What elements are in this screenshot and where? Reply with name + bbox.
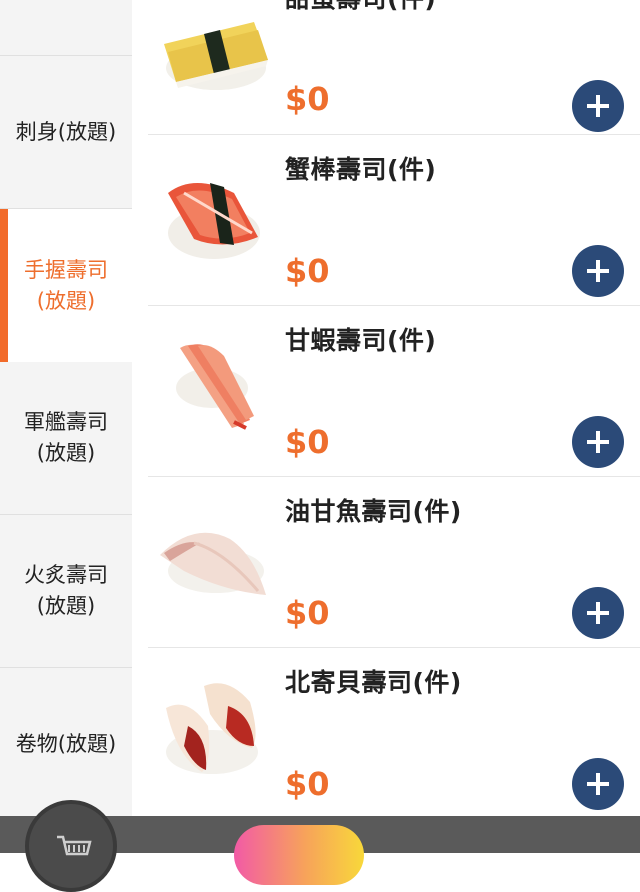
add-to-cart-button[interactable] (572, 416, 624, 468)
checkout-button[interactable] (234, 825, 364, 885)
product-row[interactable]: 北寄貝壽司(件) $0 (148, 648, 640, 819)
sidebar-item-sashimi[interactable]: 刺身(放題) (0, 56, 132, 209)
product-list: 甜蛋壽司(件) $0 蟹棒壽司(件) $0 甘蝦壽司(件) $0 (148, 0, 640, 853)
product-price: $0 (285, 423, 330, 461)
plus-icon (587, 431, 609, 453)
product-price: $0 (285, 80, 330, 118)
product-price: $0 (285, 252, 330, 290)
product-name: 油甘魚壽司(件) (285, 497, 462, 526)
yellowtail-sushi-image (160, 532, 266, 595)
product-row[interactable]: 蟹棒壽司(件) $0 (148, 135, 640, 306)
add-to-cart-button[interactable] (572, 758, 624, 810)
sidebar-item-nigiri[interactable]: 手握壽司 (放題) (0, 209, 132, 362)
product-row[interactable]: 甘蝦壽司(件) $0 (148, 306, 640, 477)
product-row[interactable]: 甜蛋壽司(件) $0 (148, 0, 640, 135)
plus-icon (587, 602, 609, 624)
plus-icon (587, 95, 609, 117)
product-name: 北寄貝壽司(件) (285, 668, 462, 697)
sweet-shrimp-sushi-image (176, 344, 254, 430)
cart-button[interactable] (25, 800, 117, 892)
add-to-cart-button[interactable] (572, 80, 624, 132)
add-to-cart-button[interactable] (572, 587, 624, 639)
product-name: 甘蝦壽司(件) (285, 326, 437, 355)
plus-icon (587, 773, 609, 795)
product-price: $0 (285, 594, 330, 632)
sidebar-item-maki[interactable]: 卷物(放題) (0, 668, 132, 821)
surf-clam-sushi-image (166, 683, 258, 774)
tamago-sushi-image (164, 22, 268, 90)
crab-stick-sushi-image (168, 183, 260, 259)
sidebar-item-gunkan[interactable]: 軍艦壽司 (放題) (0, 362, 132, 515)
category-sidebar: 刺身(放題) 手握壽司 (放題) 軍艦壽司 (放題) 火炙壽司 (放題) 卷物(… (0, 0, 132, 853)
product-name: 甜蛋壽司(件) (285, 0, 436, 15)
product-row[interactable]: 油甘魚壽司(件) $0 (148, 477, 640, 648)
cart-icon (57, 835, 92, 856)
plus-icon (587, 260, 609, 282)
product-price: $0 (285, 765, 330, 803)
sidebar-item-aburi[interactable]: 火炙壽司 (放題) (0, 515, 132, 668)
product-name: 蟹棒壽司(件) (285, 155, 437, 184)
sidebar-item-previous[interactable] (0, 0, 132, 56)
add-to-cart-button[interactable] (572, 245, 624, 297)
